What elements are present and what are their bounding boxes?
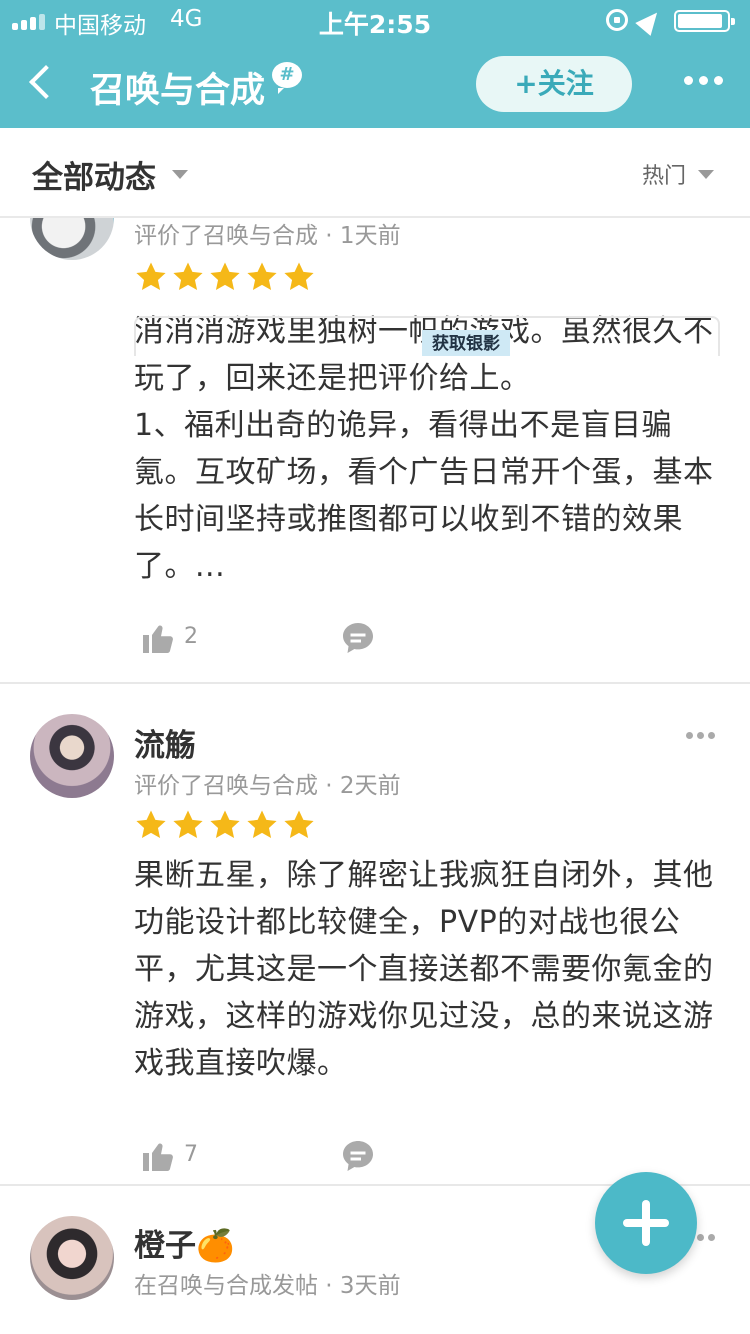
status-icons — [606, 6, 738, 36]
user-name[interactable]: 橙子🍊 — [134, 1220, 235, 1265]
star-icon — [173, 262, 203, 291]
status-bar: 中国移动 4G 上午2:55 — [0, 0, 750, 42]
create-post-fab[interactable] — [595, 1172, 697, 1274]
star-icon — [247, 810, 277, 839]
filter-bar: 全部动态 热门 — [0, 128, 750, 218]
post-attachment-image[interactable]: 获取银影 — [134, 316, 720, 356]
star-icon — [210, 810, 240, 839]
comment-icon — [343, 1141, 373, 1171]
review-text[interactable]: 果断五星，除了解密让我疯狂自闭外，其他功能设计都比较健全，PVP的对战也很公平，… — [134, 852, 724, 1087]
star-icon — [284, 810, 314, 839]
like-count: 2 — [184, 624, 198, 649]
page-title: 召唤与合成 — [90, 71, 266, 111]
avatar[interactable] — [30, 714, 114, 798]
location-arrow-icon — [635, 6, 665, 36]
star-icon — [247, 262, 277, 291]
user-name[interactable]: 流觞 — [134, 720, 196, 765]
review-feed[interactable]: 评价了召唤与合成 · 1天前 消消消游戏里独树一帜的游戏。虽然很久不玩了，回来还… — [0, 218, 750, 1334]
review-text-content: 果断五星，除了解密让我疯狂自闭外，其他功能设计都比较健全，PVP的对战也很公平，… — [134, 858, 714, 1081]
list-item: 流觞 评价了召唤与合成 · 2天前 果断五星，除了解密让我疯狂自闭外，其他功能设… — [0, 684, 750, 1186]
attachment-tag: 获取银影 — [422, 330, 510, 356]
post-meta: 在召唤与合成发帖 · 3天前 — [134, 1273, 401, 1299]
comment-button[interactable] — [340, 1138, 376, 1174]
star-icon — [284, 262, 314, 291]
more-options-icon[interactable] — [686, 732, 716, 740]
like-button[interactable]: 2 — [140, 620, 220, 656]
like-button[interactable]: 7 — [140, 1138, 220, 1174]
like-count: 7 — [184, 1142, 198, 1167]
post-meta: 评价了召唤与合成 · 2天前 — [134, 773, 401, 799]
comment-button[interactable] — [340, 620, 376, 656]
rotation-lock-icon — [606, 9, 628, 31]
star-icon — [136, 810, 166, 839]
post-meta: 评价了召唤与合成 · 1天前 — [134, 223, 401, 249]
feed-filter-dropdown[interactable]: 全部动态 — [32, 152, 156, 197]
back-chevron-icon[interactable] — [29, 65, 63, 99]
more-options-icon[interactable] — [684, 76, 724, 86]
comment-icon — [343, 623, 373, 653]
star-icon — [136, 262, 166, 291]
battery-icon — [674, 10, 735, 32]
thumbs-up-icon — [143, 625, 173, 653]
chevron-down-icon[interactable] — [698, 170, 714, 179]
star-icon — [173, 810, 203, 839]
sort-dropdown[interactable]: 热门 — [642, 158, 686, 190]
thumbs-up-icon — [143, 1143, 173, 1171]
list-item: 评价了召唤与合成 · 1天前 消消消游戏里独树一帜的游戏。虽然很久不玩了，回来还… — [0, 218, 750, 684]
follow-button[interactable]: +关注 — [476, 56, 632, 112]
chevron-down-icon[interactable] — [172, 170, 188, 179]
star-icon — [210, 262, 240, 291]
avatar[interactable] — [30, 218, 114, 260]
topic-hash-icon: # — [272, 62, 302, 94]
top-app-bar: 中国移动 4G 上午2:55 召唤与合成 # +关注 — [0, 0, 750, 128]
avatar[interactable] — [30, 1216, 114, 1300]
